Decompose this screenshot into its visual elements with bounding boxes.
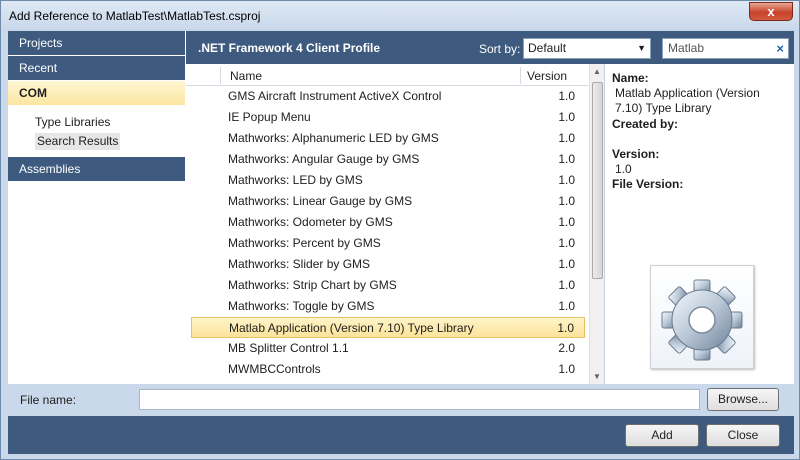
column-separator[interactable] — [520, 67, 521, 84]
close-button[interactable]: Close — [706, 424, 780, 447]
reference-list: Name Version GMS Aircraft Instrument Act… — [186, 64, 605, 384]
row-name: IE Popup Menu — [228, 110, 311, 124]
row-version: 1.0 — [558, 89, 575, 103]
row-name: Mathworks: Toggle by GMS — [228, 299, 375, 313]
nav-type-libraries[interactable]: Type Libraries — [35, 114, 110, 131]
window-title: Add Reference to MatlabTest\MatlabTest.c… — [9, 9, 261, 23]
row-name: Mathworks: Percent by GMS — [228, 236, 381, 250]
detail-version-label: Version: — [612, 147, 660, 161]
list-row[interactable]: GMS Aircraft Instrument ActiveX Control 1… — [191, 86, 585, 107]
list-row[interactable]: Mathworks: Alphanumeric LED by GMS 1.0 — [191, 128, 585, 149]
list-scrollbar[interactable]: ▲ ▼ — [589, 64, 604, 384]
row-name: Mathworks: Strip Chart by GMS — [228, 278, 397, 292]
nav-assemblies[interactable]: Assemblies — [8, 157, 185, 181]
add-button[interactable]: Add — [625, 424, 699, 447]
search-input[interactable]: Matlab × — [662, 38, 789, 59]
framework-title: .NET Framework 4 Client Profile — [198, 41, 381, 55]
browse-button[interactable]: Browse... — [707, 388, 779, 411]
detail-created-label: Created by: — [612, 117, 679, 131]
detail-version-value: 1.0 — [615, 162, 632, 176]
nav-com[interactable]: COM — [8, 81, 185, 105]
list-row[interactable]: IE Popup Menu 1.0 — [191, 107, 585, 128]
list-row[interactable]: Mathworks: Odometer by GMS 1.0 — [191, 212, 585, 233]
row-version: 1.0 — [558, 299, 575, 313]
row-version: 2.0 — [558, 341, 575, 355]
scroll-up-icon[interactable]: ▲ — [593, 67, 601, 76]
sort-value: Default — [528, 41, 567, 55]
list-row[interactable]: Mathworks: Strip Chart by GMS 1.0 — [191, 275, 585, 296]
scroll-thumb[interactable] — [592, 82, 603, 279]
list-row[interactable]: Mathworks: LED by GMS 1.0 — [191, 170, 585, 191]
row-name: MB Splitter Control 1.1 — [228, 341, 349, 355]
file-name-bar: File name: Browse... — [8, 384, 794, 416]
list-row-selected[interactable]: Matlab Application (Version 7.10) Type L… — [191, 317, 585, 338]
list-row[interactable]: MWMBCControls 1.0 — [191, 359, 585, 380]
row-version: 1.0 — [558, 278, 575, 292]
row-version: 1.0 — [558, 173, 575, 187]
list-row[interactable]: MB Splitter Control 1.1 2.0 — [191, 338, 585, 359]
detail-name-value: Matlab Application (Version 7.10) Type L… — [615, 86, 760, 115]
list-row[interactable]: Mathworks: Slider by GMS 1.0 — [191, 254, 585, 275]
row-version: 1.0 — [558, 215, 575, 229]
detail-pane: Name: Matlab Application (Version 7.10) … — [606, 64, 794, 384]
window-close-button[interactable]: x — [749, 2, 793, 21]
list-header-bar: .NET Framework 4 Client Profile Sort by:… — [186, 31, 794, 64]
scroll-down-icon[interactable]: ▼ — [593, 372, 601, 381]
button-bar: Add Close — [8, 416, 794, 454]
clear-search-icon[interactable]: × — [776, 39, 784, 58]
list-row[interactable]: Mathworks: Angular Gauge by GMS 1.0 — [191, 149, 585, 170]
column-name[interactable]: Name — [230, 69, 262, 83]
sort-label: Sort by: — [479, 42, 521, 56]
detail-name-label: Name: — [612, 71, 649, 85]
gear-icon — [661, 279, 743, 361]
column-separator[interactable] — [220, 67, 221, 84]
file-name-input[interactable] — [139, 389, 700, 410]
row-version: 1.0 — [558, 152, 575, 166]
row-name: Mathworks: Alphanumeric LED by GMS — [228, 131, 439, 145]
row-name: Matlab Application (Version 7.10) Type L… — [229, 321, 474, 335]
list-row[interactable]: Mathworks: Percent by GMS 1.0 — [191, 233, 585, 254]
row-name: Mathworks: Slider by GMS — [228, 257, 371, 271]
search-value: Matlab — [668, 41, 705, 55]
row-name: Mathworks: Linear Gauge by GMS — [228, 194, 413, 208]
row-version: 1.0 — [558, 362, 575, 376]
detail-file-version-label: File Version: — [612, 177, 684, 191]
file-name-label: File name: — [20, 393, 77, 407]
title-bar[interactable]: Add Reference to MatlabTest\MatlabTest.c… — [1, 1, 799, 31]
nav-recent[interactable]: Recent — [8, 56, 185, 80]
list-row[interactable]: Mathworks: Toggle by GMS 1.0 — [191, 296, 585, 317]
column-header: Name Version — [186, 64, 589, 86]
row-version: 1.0 — [558, 257, 575, 271]
component-image — [650, 265, 754, 369]
chevron-down-icon: ▼ — [637, 43, 646, 53]
left-nav: Projects Recent COM Type Libraries Searc… — [8, 31, 185, 384]
row-version: 1.0 — [558, 194, 575, 208]
row-version: 1.0 — [558, 236, 575, 250]
row-name: Mathworks: Odometer by GMS — [228, 215, 393, 229]
nav-search-results[interactable]: Search Results — [35, 133, 121, 150]
row-name: MWMBCControls — [228, 362, 321, 376]
row-name: Mathworks: Angular Gauge by GMS — [228, 152, 420, 166]
row-name: Mathworks: LED by GMS — [228, 173, 363, 187]
sort-dropdown[interactable]: Default ▼ — [523, 38, 651, 59]
dialog-client: Projects Recent COM Type Libraries Searc… — [8, 31, 794, 454]
column-version[interactable]: Version — [527, 69, 567, 83]
row-version: 1.0 — [558, 110, 575, 124]
row-version: 1.0 — [558, 131, 575, 145]
list-row[interactable]: Mathworks: Linear Gauge by GMS 1.0 — [191, 191, 585, 212]
dialog-window: Add Reference to MatlabTest\MatlabTest.c… — [0, 0, 800, 460]
nav-projects[interactable]: Projects — [8, 31, 185, 55]
row-name: GMS Aircraft Instrument ActiveX Control — [228, 89, 442, 103]
row-version: 1.0 — [557, 321, 574, 335]
